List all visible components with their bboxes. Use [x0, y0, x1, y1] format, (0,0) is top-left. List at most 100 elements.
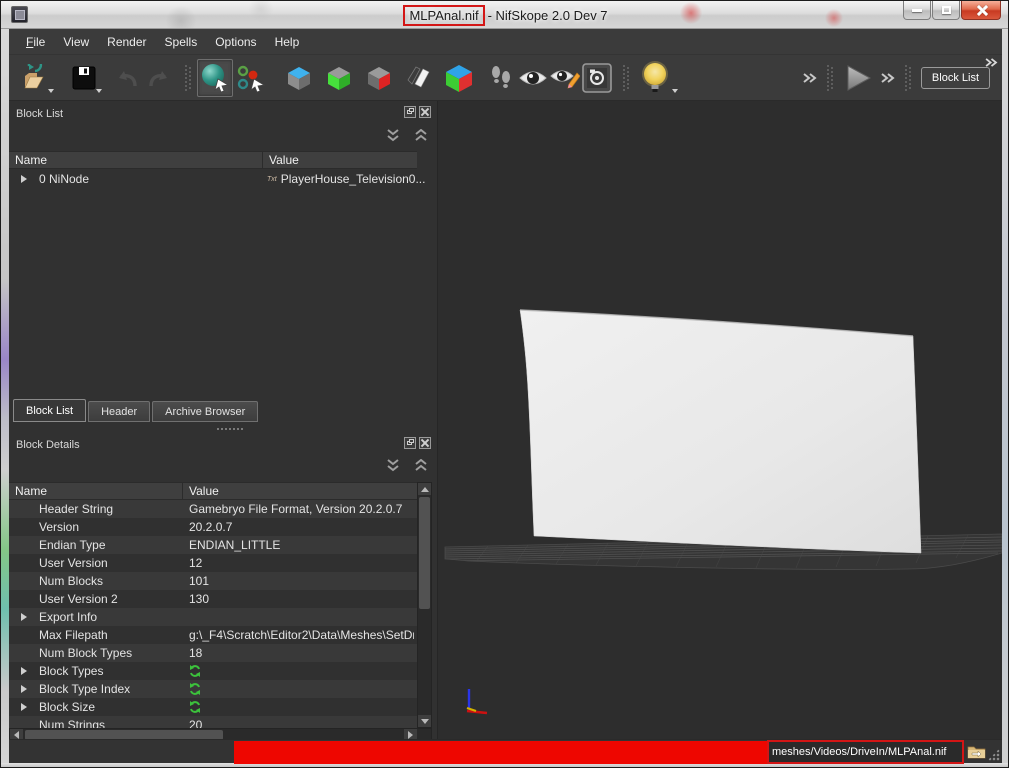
lighting-button[interactable]: [635, 61, 675, 95]
float-panel-button-2[interactable]: [404, 437, 416, 449]
expand-arrow-icon[interactable]: [21, 703, 27, 711]
eye-icon: [518, 66, 548, 90]
cube-blue-top-icon: [285, 64, 313, 92]
array-refresh-icon: [189, 683, 201, 695]
detail-row-user-version-2[interactable]: User Version 2 130: [9, 590, 417, 608]
vertex-select-button[interactable]: [233, 61, 269, 95]
collapse-up-icon[interactable]: [413, 129, 429, 143]
block-list-col-value[interactable]: Value: [263, 152, 417, 168]
arrow-right-icon: [408, 731, 413, 739]
txt-type-icon: Txt: [267, 176, 277, 183]
expand-arrow-icon[interactable]: [21, 667, 27, 675]
array-refresh-icon: [189, 701, 201, 713]
scroll-up-button[interactable]: [418, 483, 431, 495]
collapse-down-icon[interactable]: [385, 129, 401, 143]
open-file-button[interactable]: [17, 61, 55, 95]
close-panel-button[interactable]: [419, 106, 431, 118]
detail-row-max-filepath[interactable]: Max Filepath g:\_F4\Scratch\Editor2\Data…: [9, 626, 417, 644]
flip-normals-button[interactable]: [403, 61, 435, 95]
detail-row-header-string[interactable]: Header String Gamebryo File Format, Vers…: [9, 500, 417, 518]
client-area: File View Render Spells Options Help: [9, 29, 1002, 763]
detail-row-num-blocks[interactable]: Num Blocks 101: [9, 572, 417, 590]
title-suffix: - NifSkope 2.0 Dev 7: [488, 8, 608, 23]
window-title: MLPAnal.nif - NifSkope 2.0 Dev 7: [1, 1, 1009, 29]
detail-row-num-strings[interactable]: Num Strings 20: [9, 716, 417, 728]
detail-row-block-size[interactable]: Block Size: [9, 698, 417, 716]
toolbar-drag-handle-2[interactable]: [623, 65, 629, 91]
details-col-name[interactable]: Name: [9, 483, 183, 499]
panel-splitter-handle[interactable]: [217, 427, 245, 431]
undo-button[interactable]: [111, 61, 143, 95]
screenshot-button[interactable]: [581, 61, 613, 95]
block-list-header: Name Value: [9, 151, 417, 169]
block-list-collapse-controls: [385, 129, 429, 143]
expand-arrow-icon[interactable]: [21, 613, 27, 621]
block-details-header: Name Value: [9, 482, 417, 500]
view-button[interactable]: [517, 61, 549, 95]
menu-view[interactable]: View: [54, 31, 98, 53]
coordinate-cube-button[interactable]: [443, 61, 475, 95]
detail-row-block-type-index[interactable]: Block Type Index: [9, 680, 417, 698]
edit-view-button[interactable]: [549, 61, 581, 95]
close-button[interactable]: [961, 1, 1001, 20]
cube-green-face-icon: [325, 64, 353, 92]
titlebar[interactable]: MLPAnal.nif - NifSkope 2.0 Dev 7: [1, 1, 1009, 29]
minimize-icon: [912, 9, 922, 12]
collapse-up-icon-2[interactable]: [413, 459, 429, 473]
close-panel-icon-2: [421, 439, 429, 447]
details-vertical-scrollbar[interactable]: [417, 482, 432, 728]
block-list-toolbar-button[interactable]: Block List: [921, 67, 990, 89]
menu-help[interactable]: Help: [266, 31, 309, 53]
block-details-collapse-controls: [385, 459, 429, 473]
expand-arrow-icon[interactable]: [21, 175, 27, 183]
block-list-title-label: Block List: [16, 108, 63, 120]
redo-button[interactable]: [143, 61, 175, 95]
toolbar-drag-handle[interactable]: [185, 65, 191, 91]
tab-header[interactable]: Header: [88, 401, 150, 422]
filepath-input[interactable]: [769, 746, 962, 758]
block-list-col-name[interactable]: Name: [9, 152, 263, 168]
detail-row-endian-type[interactable]: Endian Type ENDIAN_LITTLE: [9, 536, 417, 554]
tab-block-list[interactable]: Block List: [13, 399, 86, 422]
menu-render[interactable]: Render: [98, 31, 155, 53]
block-list-row-ninode[interactable]: 0 NiNode Txt PlayerHouse_Television0...: [9, 170, 417, 188]
toolbar-overflow-chevron-2[interactable]: [881, 73, 895, 83]
block-details-panel-buttons: [404, 437, 431, 449]
show-nodes-button[interactable]: [323, 61, 355, 95]
details-col-value[interactable]: Value: [183, 483, 417, 499]
minimize-button[interactable]: [903, 1, 931, 20]
resize-grip[interactable]: [987, 748, 1000, 761]
toolbar: Block List: [9, 55, 1002, 101]
play-animation-button[interactable]: [839, 61, 877, 95]
detail-row-num-block-types[interactable]: Num Block Types 18: [9, 644, 417, 662]
browse-folder-button[interactable]: [967, 743, 986, 760]
float-panel-button[interactable]: [404, 106, 416, 118]
toolbar-drag-handle-3[interactable]: [827, 65, 833, 91]
show-axes-button[interactable]: [283, 61, 315, 95]
save-file-button[interactable]: [65, 61, 103, 95]
detail-row-version[interactable]: Version 20.2.0.7: [9, 518, 417, 536]
block-value: PlayerHouse_Television0...: [281, 172, 426, 186]
screen-mesh[interactable]: [520, 310, 921, 553]
render-viewport[interactable]: [438, 101, 1002, 739]
toolbar-overflow-chevron-3[interactable]: [985, 58, 998, 67]
toolbar-drag-handle-4[interactable]: [905, 65, 911, 91]
window-controls: [902, 1, 1001, 20]
maximize-button[interactable]: [932, 1, 960, 20]
toolbar-overflow-chevron-1[interactable]: [803, 73, 817, 83]
close-panel-button-2[interactable]: [419, 437, 431, 449]
menu-file[interactable]: File: [17, 31, 54, 53]
scroll-down-button[interactable]: [418, 715, 431, 727]
show-hidden-button[interactable]: [363, 61, 395, 95]
detail-row-export-info[interactable]: Export Info: [9, 608, 417, 626]
vertical-scroll-thumb[interactable]: [419, 497, 430, 609]
detail-row-block-types[interactable]: Block Types: [9, 662, 417, 680]
menu-options[interactable]: Options: [206, 31, 265, 53]
expand-arrow-icon[interactable]: [21, 685, 27, 693]
menu-spells[interactable]: Spells: [156, 31, 207, 53]
walk-mode-button[interactable]: [485, 61, 517, 95]
collapse-down-icon-2[interactable]: [385, 459, 401, 473]
detail-row-user-version[interactable]: User Version 12: [9, 554, 417, 572]
render-mode-button[interactable]: [197, 59, 233, 97]
tab-archive-browser[interactable]: Archive Browser: [152, 401, 258, 422]
